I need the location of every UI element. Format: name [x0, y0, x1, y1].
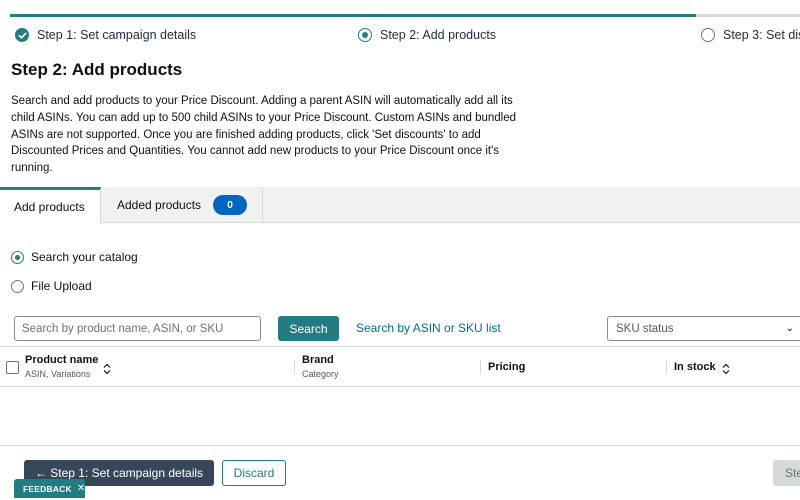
page-description: Search and add products to your Price Di…	[11, 95, 517, 175]
column-in-stock[interactable]: In stock	[674, 361, 716, 373]
search-by-list-link[interactable]: Search by ASIN or SKU list	[356, 321, 501, 335]
column-product-name-sub: ASIN, Variations	[25, 369, 91, 379]
tab-added-products-label: Added products	[117, 198, 202, 212]
radio-search-catalog[interactable]: Search your catalog	[11, 250, 138, 264]
sort-icon[interactable]	[722, 362, 730, 375]
step-3-label: Step 3: Set disc	[723, 28, 800, 42]
added-count-badge: 0	[213, 195, 248, 215]
search-button[interactable]: Search	[278, 316, 339, 341]
column-pricing-label: Pricing	[488, 361, 526, 373]
pending-step-icon	[701, 28, 715, 42]
check-icon	[15, 28, 29, 42]
feedback-label: FEEDBACK	[23, 483, 72, 494]
step-3[interactable]: Step 3: Set disc	[701, 26, 800, 44]
step-1-label: Step 1: Set campaign details	[37, 28, 197, 42]
column-pricing: Pricing	[488, 361, 525, 373]
progress-track	[10, 14, 800, 17]
chevron-down-icon: ⌄	[785, 323, 794, 334]
column-divider	[480, 360, 481, 374]
step-2[interactable]: Step 2: Add products	[358, 26, 496, 44]
tab-added-products[interactable]: Added products 0	[101, 187, 263, 223]
discard-button[interactable]: Discard	[222, 460, 286, 486]
radio-file-upload-label: File Upload	[31, 279, 92, 293]
page-title: Step 2: Add products	[11, 60, 183, 79]
column-divider	[294, 360, 295, 374]
sku-status-select[interactable]: SKU status ⌄	[607, 316, 800, 341]
column-divider	[666, 360, 667, 374]
progress-fill	[10, 14, 696, 17]
column-product-name-label: Product name	[25, 354, 99, 366]
radio-search-catalog-label: Search your catalog	[31, 250, 138, 264]
column-in-stock-label: In stock	[674, 361, 716, 373]
radio-unselected-icon	[11, 279, 24, 293]
tab-bar: Add products Added products 0	[0, 187, 800, 224]
current-step-icon	[358, 28, 372, 42]
select-all-checkbox[interactable]	[6, 361, 19, 374]
close-icon[interactable]: ✕	[77, 483, 86, 494]
radio-selected-icon	[11, 250, 24, 264]
tab-add-products[interactable]: Add products	[0, 187, 101, 224]
tab-add-products-label: Add products	[14, 200, 85, 214]
sort-icon[interactable]	[103, 362, 111, 375]
next-step-button[interactable]: Ste	[773, 460, 800, 486]
radio-file-upload[interactable]: File Upload	[11, 279, 92, 293]
column-brand: Brand Category	[302, 354, 339, 379]
feedback-tab[interactable]: FEEDBACK ✕	[14, 479, 85, 498]
column-brand-label: Brand	[302, 354, 334, 366]
column-product-name[interactable]: Product name ASIN, Variations	[25, 354, 98, 379]
table-header: Product name ASIN, Variations Brand Cate…	[0, 346, 800, 387]
sku-status-select-value: SKU status	[616, 322, 674, 335]
column-brand-sub: Category	[302, 369, 339, 379]
step-1[interactable]: Step 1: Set campaign details	[15, 26, 196, 44]
footer-divider	[0, 445, 800, 446]
search-input[interactable]	[14, 316, 261, 341]
step-2-label: Step 2: Add products	[380, 28, 497, 42]
